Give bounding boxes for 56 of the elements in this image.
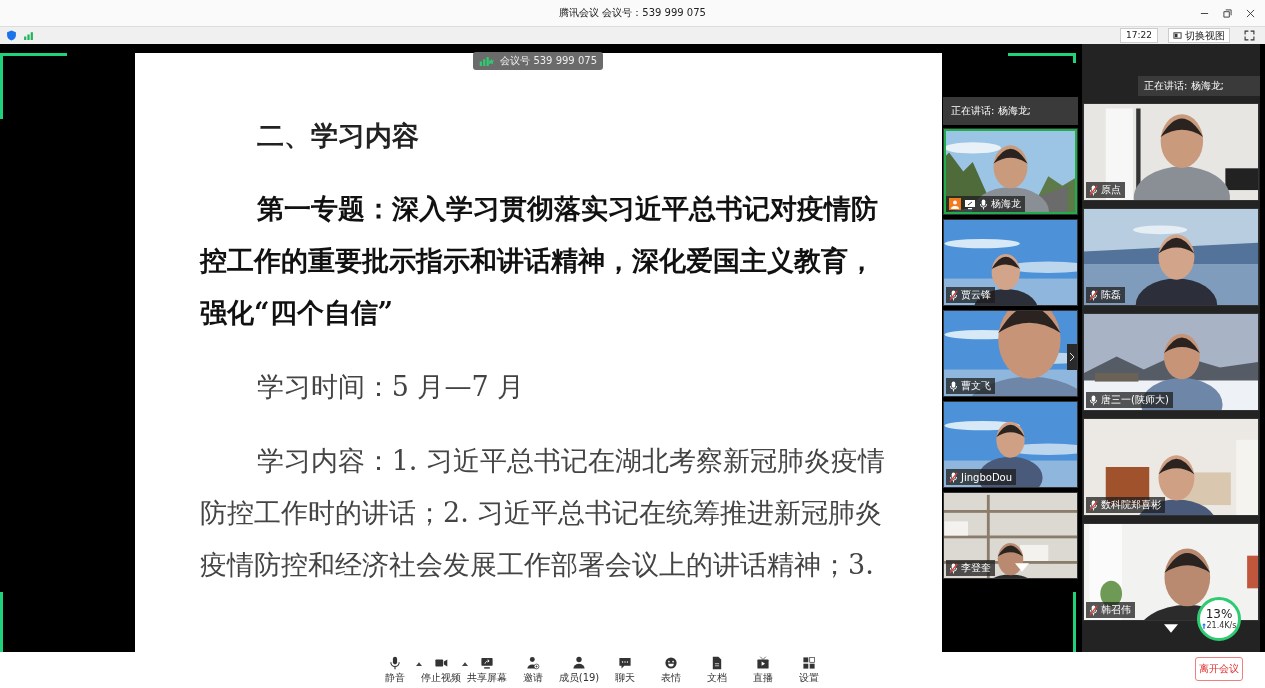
slide-heading: 二、学习内容 (255, 119, 420, 153)
toolbar-button[interactable]: 表情 (648, 655, 694, 685)
chat-bubble-icon (618, 655, 632, 670)
grid-icon (802, 655, 816, 670)
participant-name: 贾云锋 (961, 288, 991, 302)
toolbar-button[interactable]: 文档 (694, 655, 740, 685)
toolbar-button[interactable]: 共享屏幕 (464, 655, 510, 685)
usage-percent: 13% (1205, 608, 1233, 621)
fullscreen-icon[interactable] (1244, 30, 1255, 41)
view-switch-icon (1173, 31, 1182, 40)
microphone-icon (388, 655, 402, 670)
slide-paragraph: 学习内容：1. 习近平总书记在湖北考察新冠肺炎疫情防控工作时的讲话；2. 习近平总书记在统筹推进新冠肺炎疫情防控和经济社会发展工作部署会议上的讲话精神；3. (200, 444, 887, 582)
restore-icon[interactable] (1223, 8, 1232, 18)
toolbar-button[interactable]: 停止视频 (418, 655, 464, 685)
toolbar-button[interactable]: 设置 (786, 655, 832, 685)
screen-icon (964, 198, 976, 210)
slide-paragraph: 第一专题：深入学习贯彻落实习近平总书记对疫情防控工作的重要批示指示和讲话精神，深化爱国主义教育，强化“四个自信” (200, 192, 879, 330)
participant-name: 陈磊 (1101, 288, 1121, 302)
toolbar-button[interactable]: 聊天 (602, 655, 648, 685)
caret-icon[interactable] (416, 662, 422, 666)
toolbar-button[interactable]: 邀请 (510, 655, 556, 685)
toolbar-button[interactable]: 成员(19) (556, 655, 602, 685)
active-speaker-label: 正在讲话: 杨海龙; (1138, 76, 1260, 96)
close-icon[interactable] (1246, 8, 1255, 18)
participant-name: 李登奎 (961, 561, 991, 575)
meeting-id: 会议号 539 999 075 (500, 54, 597, 68)
meeting-time: 17:22 (1120, 28, 1158, 43)
window-title: 腾讯会议 会议号：539 999 075 (558, 6, 707, 20)
corner-mark (0, 592, 3, 652)
smiley-icon (664, 655, 678, 670)
upload-arrow-icon (1201, 622, 1206, 629)
document-icon (710, 655, 724, 670)
signal-icon (479, 56, 497, 66)
leave-meeting-button[interactable]: 离开会议 (1195, 657, 1243, 681)
active-speaker-label: 正在讲话: 杨海龙; (943, 97, 1078, 125)
caret-icon[interactable] (462, 662, 468, 666)
participant-name: 数科院郑喜彬 (1101, 498, 1161, 512)
monitor-icon (480, 655, 494, 670)
participant-name: 曹文飞 (961, 379, 991, 393)
participant-name: JingboDou (961, 471, 1013, 483)
corner-mark (1008, 53, 1076, 63)
switch-view-button[interactable]: 切换视图 (1168, 28, 1230, 43)
participant-name: 原点 (1101, 183, 1121, 197)
scroll-down-icon[interactable] (1164, 624, 1178, 633)
person-icon (572, 655, 586, 670)
participant-name: 韩召伟 (1101, 603, 1131, 617)
participant-name: 唐三一(陕师大) (1101, 393, 1169, 407)
shield-icon[interactable] (6, 30, 17, 41)
toolbar-button[interactable]: 直播 (740, 655, 786, 685)
tv-play-icon (756, 655, 770, 670)
toolbar-button[interactable]: 静音 (372, 655, 418, 685)
add-person-icon (526, 655, 540, 670)
upload-speed: 21.4K/s (1206, 621, 1237, 630)
slide-paragraph: 学习时间：5 月—7 月 (255, 370, 526, 404)
participant-name: 杨海龙 (991, 197, 1021, 211)
corner-mark (0, 53, 67, 119)
